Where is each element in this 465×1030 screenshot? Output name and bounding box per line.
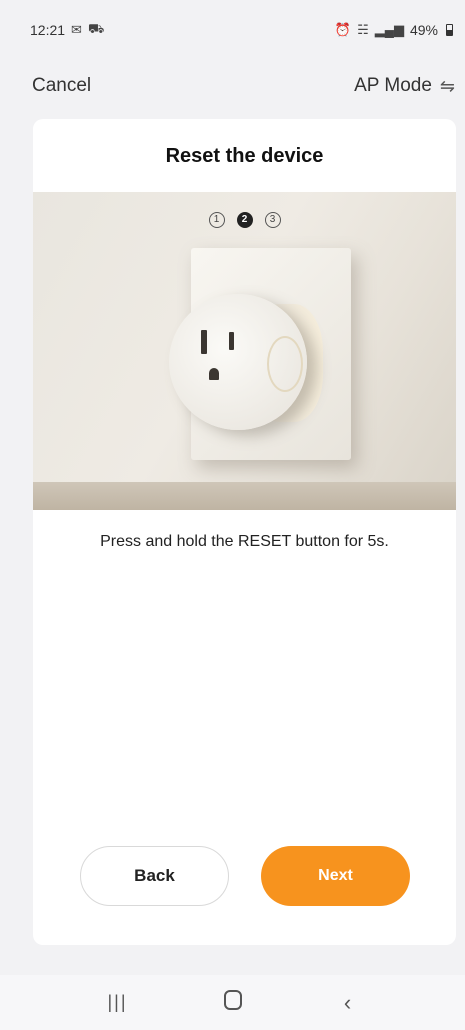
signal-icon: ▂▄▆ [374, 22, 404, 37]
reset-button-graphic [267, 336, 303, 392]
card-title: Reset the device [165, 145, 324, 167]
status-bar: 12:21 ✉ ⛟ ⏰ ☵ ▂▄▆ 49% [0, 0, 465, 60]
floor-strip [33, 482, 456, 510]
cancel-button[interactable]: Cancel [32, 75, 91, 97]
outlet-ground [209, 368, 219, 380]
battery-percent: 49% [409, 22, 438, 38]
back-icon[interactable]: ‹ [323, 990, 373, 1016]
ap-mode-button[interactable]: AP Mode ⇋ [354, 75, 455, 97]
alarm-icon: ⏰ [334, 22, 352, 37]
status-time: 12:21 [30, 22, 66, 38]
recent-apps-icon[interactable]: ||| [93, 992, 143, 1013]
status-right: ⏰ ☵ ▂▄▆ 49% [335, 22, 453, 38]
step-indicator: 1 2 3 [33, 212, 456, 228]
step-1: 1 [208, 212, 225, 228]
mail-icon: ✉ [71, 22, 82, 37]
step-2: 2 [236, 212, 253, 228]
status-left: 12:21 ✉ ⛟ [30, 21, 104, 39]
step-3: 3 [264, 212, 281, 228]
system-nav-bar: ||| ‹ [0, 975, 465, 1030]
back-button[interactable]: Back [80, 846, 229, 906]
wifi-icon: ☵ [357, 22, 369, 37]
battery-icon [446, 24, 453, 36]
swap-icon: ⇋ [439, 75, 455, 96]
reset-card: Reset the device 1 2 3 Press and hold th… [33, 119, 456, 945]
top-nav: Cancel AP Mode ⇋ [0, 68, 465, 104]
home-icon[interactable] [208, 989, 258, 1016]
instruction-text: Press and hold the RESET button for 5s. [100, 533, 389, 550]
next-button[interactable]: Next [261, 846, 410, 906]
ap-mode-label: AP Mode [354, 75, 432, 96]
outlet-slot-left [201, 330, 207, 354]
device-illustration: 1 2 3 [33, 192, 456, 510]
app-notification-icon: ⛟ [87, 21, 105, 36]
outlet-slot-right [229, 332, 234, 350]
